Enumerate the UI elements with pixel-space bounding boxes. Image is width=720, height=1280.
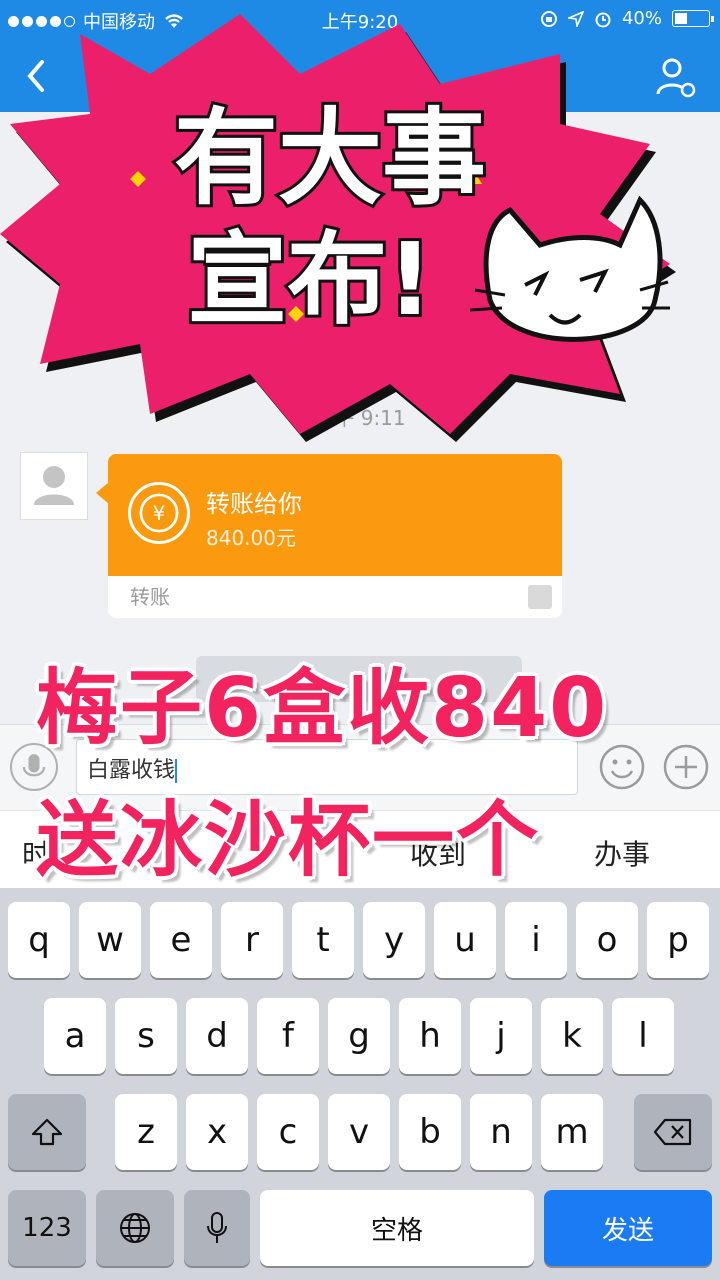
shift-icon bbox=[31, 1118, 63, 1146]
text-caret bbox=[175, 759, 178, 783]
key-u[interactable]: u bbox=[434, 902, 496, 978]
key-j[interactable]: j bbox=[470, 998, 532, 1074]
cat-face-icon bbox=[470, 195, 670, 342]
key-z[interactable]: z bbox=[115, 1094, 177, 1170]
default-avatar-icon bbox=[34, 466, 74, 505]
key-a[interactable]: a bbox=[44, 998, 106, 1074]
key-g[interactable]: g bbox=[328, 998, 390, 1074]
transfer-amount: 840.00元 bbox=[206, 526, 296, 550]
key-r[interactable]: r bbox=[221, 902, 283, 978]
key-v[interactable]: v bbox=[328, 1094, 390, 1170]
caption-line1: 梅子6盒收840 bbox=[36, 661, 609, 756]
key-t[interactable]: t bbox=[292, 902, 354, 978]
numbers-key[interactable]: 123 bbox=[8, 1190, 86, 1266]
key-f[interactable]: f bbox=[257, 998, 319, 1074]
yuan-coin-icon: ¥ bbox=[128, 482, 190, 544]
transfer-app-icon bbox=[528, 585, 552, 609]
key-k[interactable]: k bbox=[541, 998, 603, 1074]
transfer-card[interactable]: ¥ 转账给你 840.00元 转账 bbox=[108, 454, 562, 618]
space-key[interactable]: 空格 bbox=[260, 1190, 534, 1266]
microphone-icon bbox=[207, 1212, 227, 1243]
candidate-3[interactable]: 办事 bbox=[594, 833, 650, 873]
dictation-key[interactable] bbox=[184, 1190, 250, 1266]
sticker-line2: 宣布! bbox=[187, 221, 433, 338]
backspace-icon bbox=[653, 1118, 692, 1146]
key-p[interactable]: p bbox=[647, 902, 709, 978]
globe-key[interactable] bbox=[96, 1190, 174, 1266]
key-c[interactable]: c bbox=[257, 1094, 319, 1170]
key-d[interactable]: d bbox=[186, 998, 248, 1074]
key-i[interactable]: i bbox=[505, 902, 567, 978]
key-x[interactable]: x bbox=[186, 1094, 248, 1170]
shift-key[interactable] bbox=[8, 1094, 86, 1170]
avatar[interactable] bbox=[20, 452, 88, 520]
delete-key[interactable] bbox=[634, 1094, 712, 1170]
key-o[interactable]: o bbox=[576, 902, 638, 978]
sticker-line1: 有大事 bbox=[174, 97, 486, 219]
key-b[interactable]: b bbox=[399, 1094, 461, 1170]
key-h[interactable]: h bbox=[399, 998, 461, 1074]
input-text: 白露收钱 bbox=[87, 758, 176, 783]
key-m[interactable]: m bbox=[541, 1094, 603, 1170]
send-key[interactable]: 发送 bbox=[544, 1190, 712, 1266]
transfer-label: 转账 bbox=[130, 585, 170, 609]
keyboard: q w e r t y u i o p a s d f g h j k l z … bbox=[0, 888, 720, 1280]
key-s[interactable]: s bbox=[115, 998, 177, 1074]
key-q[interactable]: q bbox=[8, 902, 70, 978]
key-w[interactable]: w bbox=[79, 902, 141, 978]
svg-text:¥: ¥ bbox=[153, 502, 166, 525]
plus-icon[interactable] bbox=[662, 743, 710, 791]
globe-icon bbox=[120, 1213, 150, 1243]
key-e[interactable]: e bbox=[150, 902, 212, 978]
transfer-title: 转账给你 bbox=[206, 490, 302, 518]
key-l[interactable]: l bbox=[612, 998, 674, 1074]
key-n[interactable]: n bbox=[470, 1094, 532, 1170]
caption-line2: 送冰沙杯一个 bbox=[36, 793, 541, 888]
key-y[interactable]: y bbox=[363, 902, 425, 978]
